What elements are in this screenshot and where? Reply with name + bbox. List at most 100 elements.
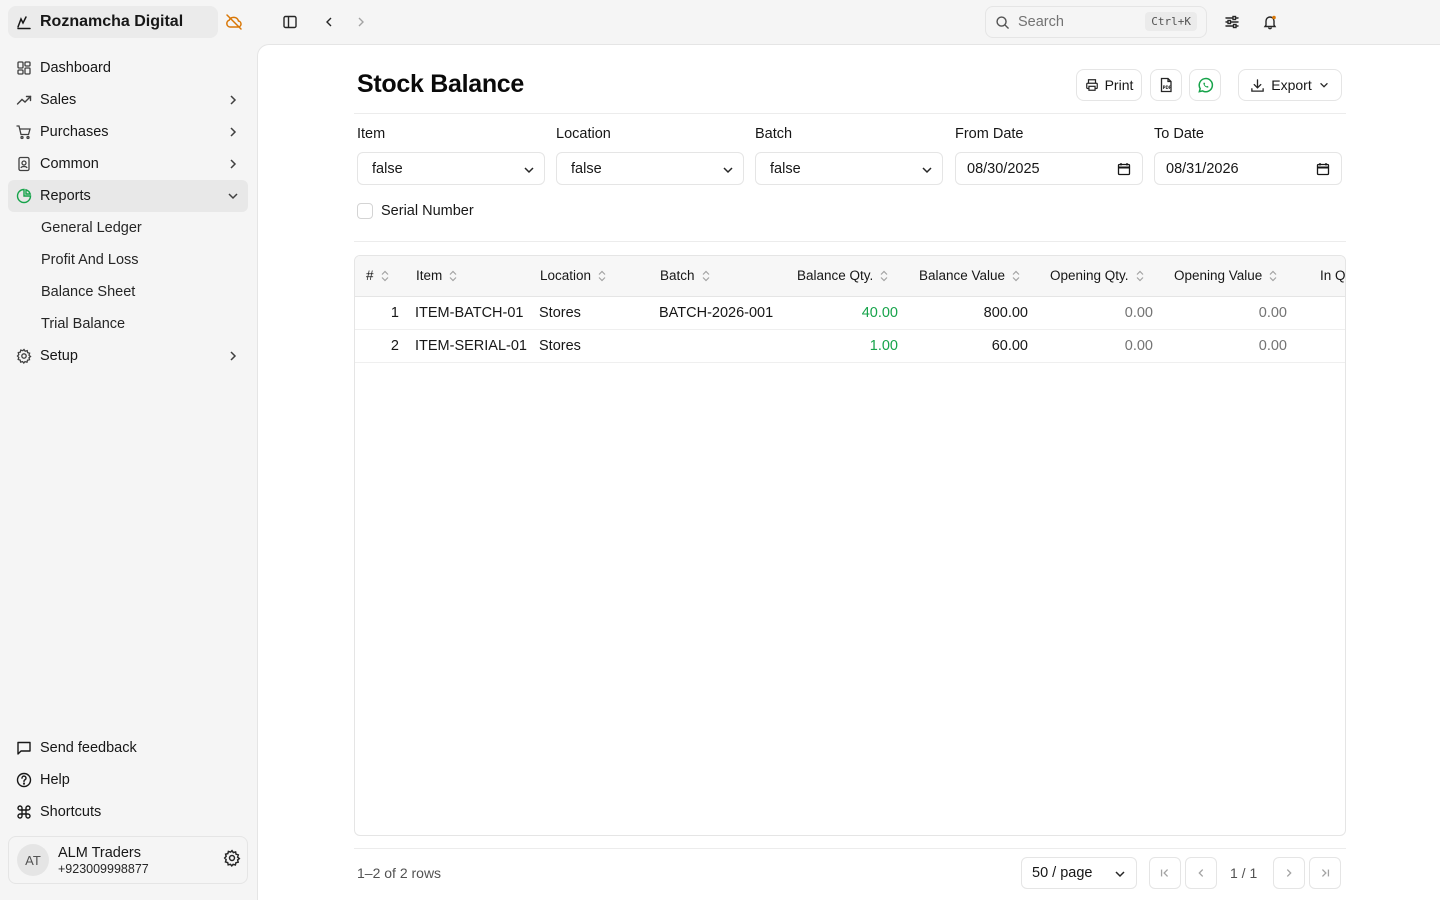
cloud-off-icon[interactable]: [224, 12, 244, 32]
table-row[interactable]: 1 ITEM-BATCH-01 Stores BATCH-2026-001 40…: [355, 297, 1345, 330]
pie-chart-icon: [16, 188, 32, 204]
to-date-input[interactable]: 08/31/2026: [1154, 152, 1342, 185]
sidebar-item-sales[interactable]: Sales: [8, 84, 248, 116]
serial-number-checkbox[interactable]: [357, 203, 373, 219]
avatar: AT: [17, 844, 49, 876]
batch-filter-label: Batch: [755, 126, 793, 142]
sort-icon: [1012, 270, 1020, 281]
column-header-balance-value[interactable]: Balance Value: [919, 268, 1021, 283]
brand-switcher[interactable]: Roznamcha Digital: [8, 6, 218, 38]
column-header-balance-qty[interactable]: Balance Qty.: [797, 268, 889, 283]
next-page-button[interactable]: [1273, 857, 1305, 889]
cell-opening-value: 0.00: [1258, 305, 1287, 321]
column-header-label: Location: [540, 268, 592, 283]
send-feedback-link[interactable]: Send feedback: [8, 732, 248, 764]
sidebar-subitem-trial-balance[interactable]: Trial Balance: [8, 308, 248, 340]
cell-item: ITEM-SERIAL-01: [415, 338, 527, 354]
column-header-label: Balance Qty.: [797, 268, 874, 283]
column-header-opening-qty[interactable]: Opening Qty.: [1050, 268, 1145, 283]
serial-number-checkbox-row[interactable]: Serial Number: [357, 203, 474, 219]
item-select-value: false: [372, 160, 403, 177]
whatsapp-share-button[interactable]: [1189, 69, 1221, 101]
sidebar-item-reports[interactable]: Reports: [8, 180, 248, 212]
from-date-input[interactable]: 08/30/2025: [955, 152, 1143, 185]
sidebar-item-common[interactable]: Common: [8, 148, 248, 180]
sort-icon: [449, 270, 457, 281]
page-size-select[interactable]: 50 / page: [1021, 857, 1137, 889]
cell-location: Stores: [539, 305, 581, 321]
chevron-down-icon: [1115, 871, 1125, 878]
table-row[interactable]: 2 ITEM-SERIAL-01 Stores 1.00 60.00 0.00 …: [355, 330, 1345, 363]
sort-icon: [1269, 270, 1277, 281]
first-page-button[interactable]: [1149, 857, 1181, 889]
calendar-icon[interactable]: [1117, 162, 1131, 176]
gear-icon[interactable]: [223, 849, 241, 867]
chevron-down-icon: [1319, 82, 1328, 88]
help-link[interactable]: Help: [8, 764, 248, 796]
page-title: Stock Balance: [357, 70, 525, 98]
sort-icon: [1136, 270, 1143, 281]
whatsapp-icon: [1197, 77, 1213, 93]
print-button[interactable]: Print: [1076, 69, 1142, 101]
chevron-down-icon: [922, 167, 932, 174]
sidebar-subitem-profit-and-loss[interactable]: Profit And Loss: [8, 244, 248, 276]
user-card[interactable]: AT ALM Traders +923009998877: [8, 836, 248, 884]
chevron-left-icon: [1198, 869, 1204, 877]
bell-icon: [1263, 15, 1277, 30]
sidebar-item-purchases[interactable]: Purchases: [8, 116, 248, 148]
column-header-opening-value[interactable]: Opening Value: [1174, 268, 1278, 283]
chevron-right-icon: [230, 159, 237, 169]
help-circle-icon: [16, 772, 32, 788]
stock-balance-table: # Item Location Batch Balance Qty. Balan…: [354, 255, 1346, 836]
sidebar-subitem-label: Trial Balance: [41, 316, 126, 332]
shopping-cart-icon: [16, 125, 31, 140]
item-select[interactable]: false: [357, 152, 545, 185]
sidebar-subitem-general-ledger[interactable]: General Ledger: [8, 212, 248, 244]
cell-balance-qty: 1.00: [869, 338, 898, 354]
cell-opening-qty: 0.00: [1124, 338, 1153, 354]
cell-balance-value: 800.00: [983, 305, 1028, 321]
user-phone: +923009998877: [58, 861, 149, 876]
search-placeholder: Search: [1018, 14, 1064, 30]
column-header-in-qty[interactable]: In Qt: [1320, 268, 1345, 283]
cell-location: Stores: [539, 338, 581, 354]
column-header-item[interactable]: Item: [416, 268, 458, 283]
page-size-value: 50 / page: [1032, 865, 1093, 881]
filters-settings-button[interactable]: [1220, 10, 1244, 34]
batch-select[interactable]: false: [755, 152, 943, 185]
sidebar-subitem-balance-sheet[interactable]: Balance Sheet: [8, 276, 248, 308]
shortcuts-link[interactable]: Shortcuts: [8, 796, 248, 828]
from-date-label: From Date: [955, 126, 1024, 142]
cell-balance-qty: 40.00: [861, 305, 898, 321]
print-label: Print: [1104, 77, 1134, 93]
contact-book-icon: [18, 156, 30, 172]
svg-text:PDF: PDF: [1163, 85, 1172, 90]
sidebar-item-dashboard[interactable]: Dashboard: [8, 52, 248, 84]
search-input[interactable]: Search Ctrl+K: [985, 6, 1207, 38]
prev-page-button[interactable]: [1185, 857, 1217, 889]
location-select[interactable]: false: [556, 152, 744, 185]
back-button[interactable]: [317, 10, 341, 34]
sidebar-item-setup[interactable]: Setup: [8, 340, 248, 372]
column-header-location[interactable]: Location: [540, 268, 607, 283]
sort-icon: [880, 270, 888, 281]
calendar-icon[interactable]: [1316, 162, 1330, 176]
notifications-button[interactable]: [1258, 10, 1282, 34]
serial-number-label: Serial Number: [381, 203, 474, 219]
batch-select-value: false: [770, 160, 801, 177]
export-label: Export: [1271, 77, 1312, 93]
chevrons-right-last-icon: [1321, 869, 1330, 877]
column-header-index[interactable]: #: [366, 268, 390, 283]
table-header: # Item Location Batch Balance Qty. Balan…: [355, 256, 1345, 297]
column-header-batch[interactable]: Batch: [660, 268, 711, 283]
chevron-down-icon: [228, 193, 238, 200]
export-dropdown-button[interactable]: Export: [1238, 69, 1342, 101]
toggle-sidebar-button[interactable]: [278, 10, 302, 34]
cell-index: 1: [390, 305, 399, 321]
pdf-export-button[interactable]: PDF: [1150, 69, 1182, 101]
forward-button[interactable]: [349, 10, 373, 34]
panel-left-icon: [283, 15, 297, 29]
column-header-label: #: [366, 268, 374, 283]
last-page-button[interactable]: [1309, 857, 1341, 889]
chevron-right-icon: [230, 127, 237, 137]
